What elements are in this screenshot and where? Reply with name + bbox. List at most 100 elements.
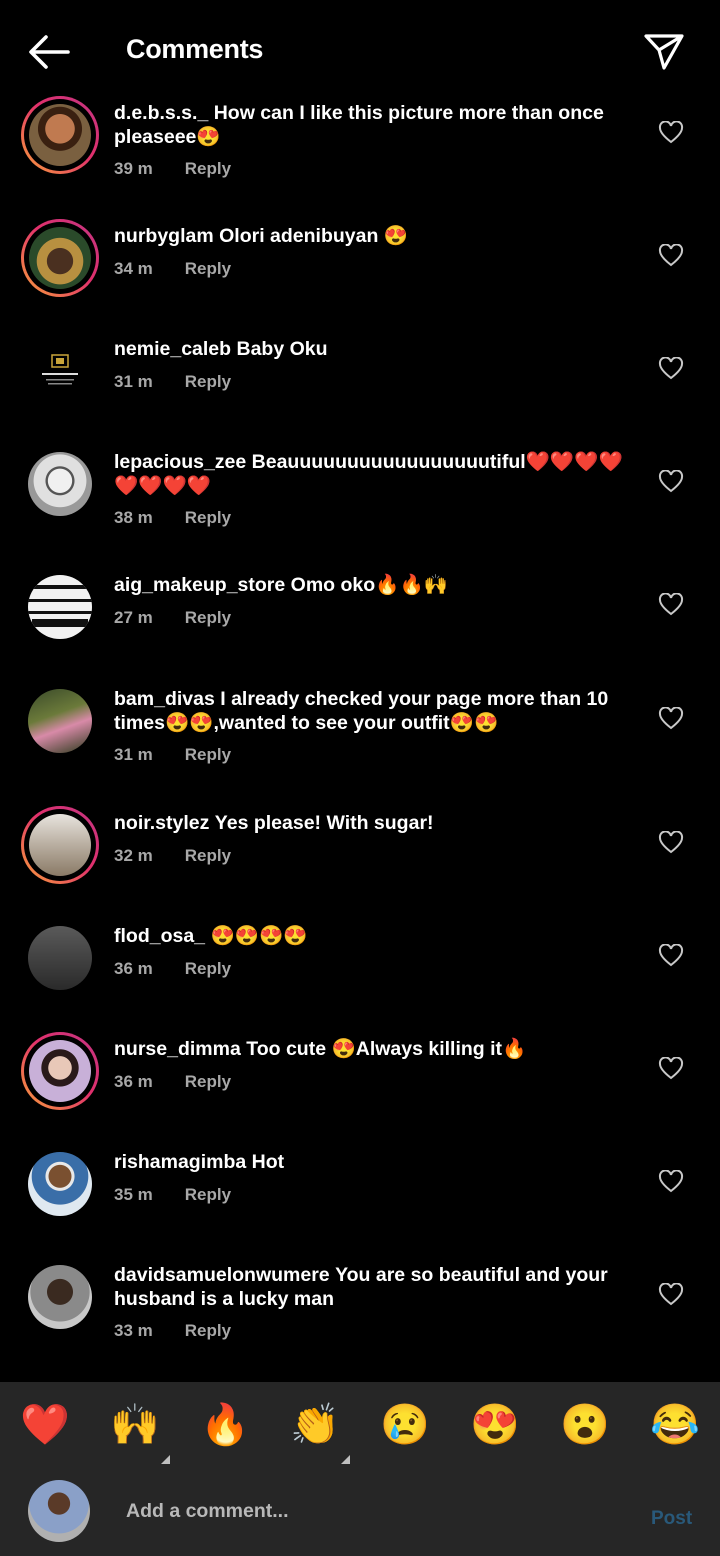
reply-button[interactable]: Reply xyxy=(185,846,231,865)
heart-icon[interactable] xyxy=(658,1170,684,1194)
comment-text: noir.stylez Yes please! With sugar! xyxy=(114,811,634,835)
emoji-raising-hands-button[interactable]: 🙌 xyxy=(110,1400,170,1464)
reply-button[interactable]: Reply xyxy=(185,608,231,627)
comment-username[interactable]: nurse_dimma xyxy=(114,1038,241,1060)
comment-username[interactable]: rishamagimba xyxy=(114,1151,246,1173)
avatar[interactable] xyxy=(21,1032,99,1110)
heart-icon[interactable] xyxy=(658,1283,684,1307)
comment-username[interactable]: nemie_caleb xyxy=(114,338,231,360)
paper-plane-icon[interactable] xyxy=(640,28,688,74)
heart-icon[interactable] xyxy=(658,593,684,617)
comment-username[interactable]: bam_divas xyxy=(114,688,215,710)
reply-button[interactable]: Reply xyxy=(185,508,231,527)
reply-button[interactable]: Reply xyxy=(185,259,231,278)
comment-meta: 33 m Reply xyxy=(114,1321,231,1341)
comment-meta: 27 m Reply xyxy=(114,608,231,628)
comment-text: bam_divas I already checked your page mo… xyxy=(114,687,634,735)
reply-button[interactable]: Reply xyxy=(185,959,231,978)
avatar[interactable] xyxy=(21,1258,99,1336)
comment-meta: 36 m Reply xyxy=(114,1072,231,1092)
emoji-surprised-button[interactable]: 😮 xyxy=(560,1400,610,1450)
comment-text: rishamagimba Hot xyxy=(114,1150,634,1174)
emoji-clapping: 👏 xyxy=(290,1403,340,1447)
emoji-quick-bar: ❤️ 🙌 🔥 👏 😢 😍 😮 😂 xyxy=(0,1382,720,1472)
comment-time: 36 m xyxy=(114,1072,153,1091)
comment-username[interactable]: nurbyglam xyxy=(114,225,214,247)
back-arrow-icon[interactable] xyxy=(24,30,72,74)
comment-body: Baby Oku xyxy=(236,338,328,360)
comment-text: davidsamuelonwumere You are so beautiful… xyxy=(114,1263,634,1311)
heart-icon[interactable] xyxy=(658,1057,684,1081)
emoji-laughing-button[interactable]: 😂 xyxy=(650,1400,700,1450)
avatar[interactable] xyxy=(21,445,99,523)
avatar[interactable] xyxy=(21,919,99,997)
reply-button[interactable]: Reply xyxy=(185,1072,231,1091)
heart-icon[interactable] xyxy=(658,357,684,381)
emoji-crying-button[interactable]: 😢 xyxy=(380,1400,430,1450)
comment-text: flod_osa_ 😍😍😍😍 xyxy=(114,924,634,948)
avatar[interactable] xyxy=(21,219,99,297)
comment-username[interactable]: d.e.b.s.s._ xyxy=(114,102,208,124)
emoji-raising-hands: 🙌 xyxy=(110,1403,160,1447)
comment-text: aig_makeup_store Omo oko🔥🔥🙌 xyxy=(114,573,634,597)
reply-button[interactable]: Reply xyxy=(185,159,231,178)
comment-username[interactable]: davidsamuelonwumere xyxy=(114,1264,330,1286)
comment-username[interactable]: aig_makeup_store xyxy=(114,574,285,596)
avatar[interactable] xyxy=(21,568,99,646)
comment-text: lepacious_zee Beauuuuuuuuuuuuuuuuutiful❤… xyxy=(114,450,634,498)
comment-time: 35 m xyxy=(114,1185,153,1204)
page-title: Comments xyxy=(126,34,264,64)
comment-time: 31 m xyxy=(114,745,153,764)
comment-meta: 31 m Reply xyxy=(114,372,231,392)
heart-icon[interactable] xyxy=(658,244,684,268)
reply-button[interactable]: Reply xyxy=(185,745,231,764)
comment-meta: 36 m Reply xyxy=(114,959,231,979)
comment-body: Yes please! With sugar! xyxy=(214,812,434,834)
heart-icon[interactable] xyxy=(658,707,684,731)
avatar[interactable] xyxy=(21,96,99,174)
comment-input[interactable]: Add a comment... xyxy=(126,1500,289,1523)
emoji-heart-button[interactable]: ❤️ xyxy=(20,1400,70,1450)
reply-button[interactable]: Reply xyxy=(185,372,231,391)
comment-text: d.e.b.s.s._ How can I like this picture … xyxy=(114,101,634,149)
comment-text: nemie_caleb Baby Oku xyxy=(114,337,634,361)
comment-username[interactable]: flod_osa_ xyxy=(114,925,205,947)
comment-time: 39 m xyxy=(114,159,153,178)
comment-time: 32 m xyxy=(114,846,153,865)
comment-body: Hot xyxy=(251,1151,285,1173)
comment-body: Olori adenibuyan 😍 xyxy=(219,225,409,247)
reply-button[interactable]: Reply xyxy=(185,1321,231,1340)
heart-icon[interactable] xyxy=(658,121,684,145)
comment-time: 33 m xyxy=(114,1321,153,1340)
comment-time: 36 m xyxy=(114,959,153,978)
comment-username[interactable]: lepacious_zee xyxy=(114,451,246,473)
comment-meta: 34 m Reply xyxy=(114,259,231,279)
reply-button[interactable]: Reply xyxy=(185,1185,231,1204)
comment-username[interactable]: noir.stylez xyxy=(114,812,209,834)
avatar[interactable] xyxy=(21,806,99,884)
comment-time: 38 m xyxy=(114,508,153,527)
comment-body: Omo oko🔥🔥🙌 xyxy=(290,574,449,596)
comment-text: nurse_dimma Too cute 😍Always killing it🔥 xyxy=(114,1037,634,1061)
comment-body: Too cute 😍Always killing it🔥 xyxy=(246,1038,527,1060)
emoji-clapping-button[interactable]: 👏 xyxy=(290,1400,350,1464)
heart-icon[interactable] xyxy=(658,831,684,855)
heart-icon[interactable] xyxy=(658,944,684,968)
emoji-fire-button[interactable]: 🔥 xyxy=(200,1400,250,1450)
comment-meta: 31 m Reply xyxy=(114,745,231,765)
heart-icon[interactable] xyxy=(658,470,684,494)
avatar[interactable] xyxy=(21,682,99,760)
comment-meta: 39 m Reply xyxy=(114,159,231,179)
avatar[interactable] xyxy=(21,1145,99,1223)
emoji-heart-eyes-button[interactable]: 😍 xyxy=(470,1400,520,1450)
post-button[interactable]: Post xyxy=(651,1508,692,1530)
avatar[interactable] xyxy=(21,332,99,410)
skin-tone-indicator-icon xyxy=(161,1455,170,1464)
comment-time: 31 m xyxy=(114,372,153,391)
comment-body: 😍😍😍😍 xyxy=(210,925,308,947)
comment-composer: Add a comment... Post xyxy=(0,1472,720,1556)
comment-time: 27 m xyxy=(114,608,153,627)
comment-text: nurbyglam Olori adenibuyan 😍 xyxy=(114,224,634,248)
comment-meta: 35 m Reply xyxy=(114,1185,231,1205)
current-user-avatar xyxy=(28,1480,90,1542)
